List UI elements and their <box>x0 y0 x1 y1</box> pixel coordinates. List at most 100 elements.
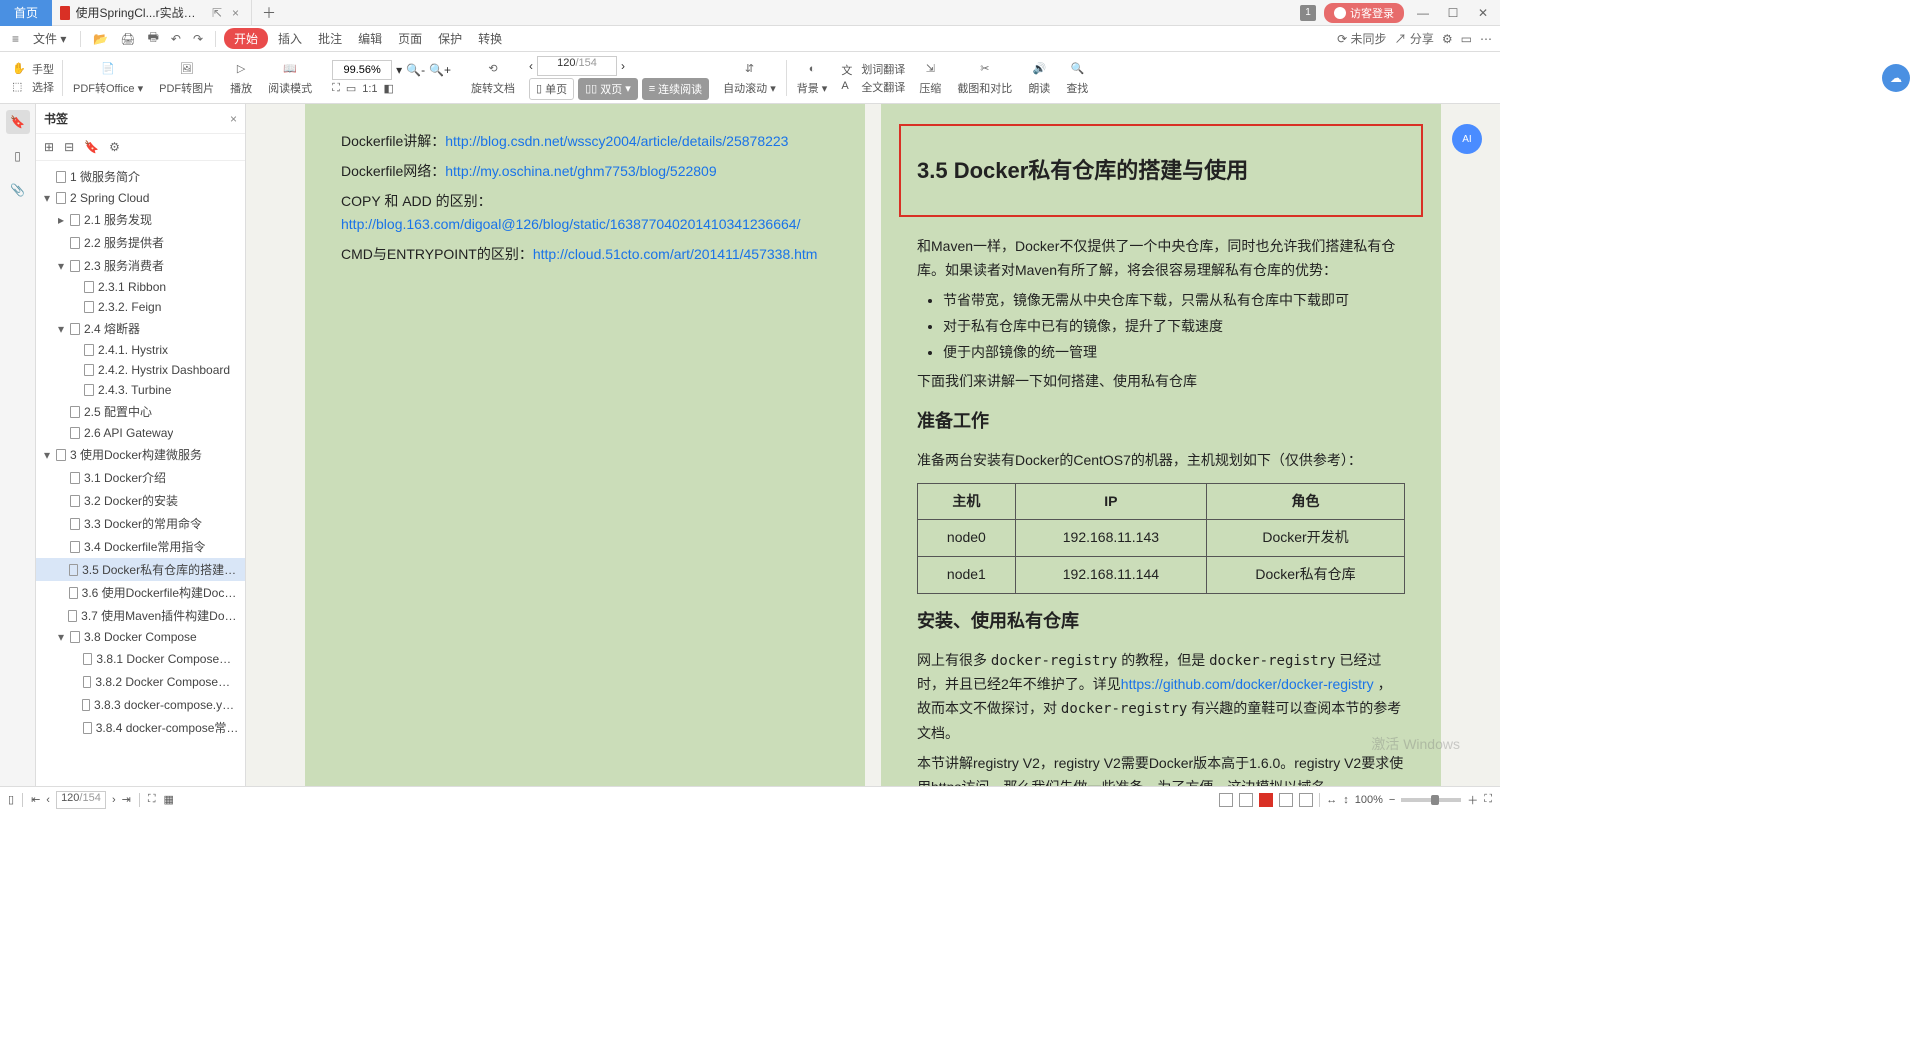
bookmark-item[interactable]: 2.3.2. Feign <box>36 297 245 317</box>
zoom-slider[interactable] <box>1401 798 1461 802</box>
bookmark-item[interactable]: 3.3 Docker的常用命令 <box>36 512 245 535</box>
screenshot-compare[interactable]: ✂截图和对比 <box>951 60 1018 96</box>
bookmark-item[interactable]: 2.4.2. Hystrix Dashboard <box>36 360 245 380</box>
file-menu[interactable]: 文件 ▾ <box>27 30 72 47</box>
menu-page[interactable]: 页面 <box>392 30 428 47</box>
double-page-mode[interactable]: ▯▯ 双页 ▾ <box>578 78 638 100</box>
next-page-icon[interactable]: › <box>621 59 625 73</box>
menu-protect[interactable]: 保护 <box>432 30 468 47</box>
more-icon[interactable]: ⋯ <box>1480 32 1492 46</box>
options-icon[interactable]: ⚙ <box>109 140 120 154</box>
open-icon[interactable]: 📂 <box>89 32 112 46</box>
link[interactable]: https://github.com/docker/docker-registr… <box>1121 676 1374 692</box>
view-mode-5[interactable] <box>1299 793 1313 807</box>
bookmark-item[interactable]: ▾2 Spring Cloud <box>36 188 245 208</box>
print-icon[interactable]: 🖶 <box>144 28 163 49</box>
zoom-in-icon[interactable]: ＋ <box>1467 792 1478 808</box>
bookmark-item[interactable]: ▾3.8 Docker Compose <box>36 627 245 647</box>
minimize-icon[interactable]: — <box>1412 6 1434 20</box>
bookmark-item[interactable]: 2.4.1. Hystrix <box>36 340 245 360</box>
background[interactable]: ◐背景 ▾ <box>791 60 834 96</box>
bookmark-item[interactable]: 3.8.3 docker-compose.yml常用命令 <box>36 693 245 716</box>
bookmark-item[interactable]: 1 微服务简介 <box>36 165 245 188</box>
pdf-to-image[interactable]: 🖼PDF转图片 <box>153 60 220 96</box>
sync-status[interactable]: ⟳ 未同步 <box>1337 30 1386 47</box>
next-page-icon[interactable]: › <box>112 794 116 806</box>
bookmark-item[interactable]: ▸2.1 服务发现 <box>36 208 245 231</box>
login-button[interactable]: 访客登录 <box>1324 3 1404 23</box>
pdf-to-office[interactable]: 📄PDF转Office ▾ <box>67 60 149 96</box>
file-tab[interactable]: 使用SpringCl...r实战微服务.pdf ⇱ × <box>52 0 252 26</box>
close-icon[interactable]: ✕ <box>1472 6 1494 20</box>
menu-annotate[interactable]: 批注 <box>312 30 348 47</box>
prev-page-icon[interactable]: ‹ <box>529 59 533 73</box>
redo-icon[interactable]: ↷ <box>189 32 207 46</box>
fit-page-icon[interactable]: ▭ <box>346 82 356 95</box>
bookmark-item[interactable]: ▾3 使用Docker构建微服务 <box>36 443 245 466</box>
sidebar-toggle-icon[interactable]: ▯ <box>8 793 14 806</box>
view-mode-1[interactable] <box>1219 793 1233 807</box>
collapse-all-icon[interactable]: ⊟ <box>64 140 74 154</box>
maximize-icon[interactable]: ☐ <box>1442 6 1464 20</box>
fit-icon[interactable]: ⛶ <box>148 793 156 806</box>
bookmark-item[interactable]: 3.8.2 Docker Compose入门示例 <box>36 670 245 693</box>
bookmark-item[interactable]: 3.7 使用Maven插件构建Docker镜像 <box>36 604 245 627</box>
tab-close-icon[interactable]: × <box>228 6 243 20</box>
auto-scroll[interactable]: ⇵自动滚动 ▾ <box>717 60 782 96</box>
link[interactable]: http://blog.csdn.net/wsscy2004/article/d… <box>445 133 788 149</box>
undo-icon[interactable]: ↶ <box>167 32 185 46</box>
zoom-dropdown-icon[interactable]: ▾ <box>396 63 402 77</box>
fit-visible-icon[interactable]: ◧ <box>384 82 394 95</box>
bookmark-item[interactable]: 2.3.1 Ribbon <box>36 277 245 297</box>
zoom-in-icon[interactable]: 🔍+ <box>429 63 451 77</box>
link[interactable]: http://my.oschina.net/ghm7753/blog/52280… <box>445 163 716 179</box>
bookmark-item[interactable]: 3.2 Docker的安装 <box>36 489 245 512</box>
bookmark-item[interactable]: ▾2.4 熔断器 <box>36 317 245 340</box>
thumb-icon[interactable]: ▦ <box>164 793 174 806</box>
bookmark-item[interactable]: ▾2.3 服务消费者 <box>36 254 245 277</box>
bookmarks-rail-icon[interactable]: 🔖 <box>6 110 30 134</box>
bookmark-item[interactable]: 2.6 API Gateway <box>36 423 245 443</box>
single-page-mode[interactable]: ▯ 单页 <box>529 78 574 100</box>
continuous-mode[interactable]: ≡ 连续阅读 <box>642 78 709 100</box>
home-tab[interactable]: 首页 <box>0 0 52 26</box>
bookmark-item[interactable]: 2.4.3. Turbine <box>36 380 245 400</box>
play-button[interactable]: ▷播放 <box>224 60 258 96</box>
status-page-input[interactable]: 120/154 <box>56 791 106 809</box>
bookmark-item[interactable]: 3.8.4 docker-compose常用命令 <box>36 716 245 739</box>
cloud-sync-icon[interactable]: ☁ <box>1882 64 1910 92</box>
attachments-rail-icon[interactable]: 📎 <box>6 178 30 202</box>
bookmark-item[interactable]: 3.6 使用Dockerfile构建Docker镜像 <box>36 581 245 604</box>
read-aloud[interactable]: 🔊朗读 <box>1022 60 1056 96</box>
last-page-icon[interactable]: ⇥ <box>122 793 131 806</box>
word-translate[interactable]: 文划词翻译 <box>841 61 905 77</box>
menu-edit[interactable]: 编辑 <box>352 30 388 47</box>
link[interactable]: http://blog.163.com/digoal@126/blog/stat… <box>341 216 800 232</box>
read-mode[interactable]: 📖阅读模式 <box>262 60 318 96</box>
share-button[interactable]: ↗ 分享 <box>1395 30 1434 47</box>
rotate-document[interactable]: ⟲旋转文档 <box>465 60 521 96</box>
view-mode-4[interactable] <box>1279 793 1293 807</box>
view-mode-3[interactable] <box>1259 793 1273 807</box>
page-input[interactable]: 120/154 <box>537 56 617 76</box>
actual-size-icon[interactable]: 1:1 <box>362 83 377 95</box>
zoom-input[interactable] <box>332 60 392 80</box>
bookmark-item[interactable]: 2.5 配置中心 <box>36 400 245 423</box>
link[interactable]: http://cloud.51cto.com/art/201411/457338… <box>533 246 818 262</box>
bookmark-close-icon[interactable]: × <box>230 112 237 126</box>
bookmark-item[interactable]: 3.8.1 Docker Compose的安装 <box>36 647 245 670</box>
fullscreen-icon[interactable]: ⛶ <box>1484 793 1492 806</box>
hamburger-icon[interactable]: ≡ <box>8 32 23 46</box>
notification-badge[interactable]: 1 <box>1300 5 1316 21</box>
bookmark-item[interactable]: 2.2 服务提供者 <box>36 231 245 254</box>
window-icon[interactable]: ▭ <box>1461 32 1472 46</box>
find[interactable]: 🔍查找 <box>1060 60 1094 96</box>
full-translate[interactable]: A全文翻译 <box>841 79 905 95</box>
first-page-icon[interactable]: ⇤ <box>31 793 40 806</box>
thumbnails-rail-icon[interactable]: ▯ <box>6 144 30 168</box>
fit-width-icon[interactable]: ↔ <box>1326 794 1337 806</box>
tab-unpin-icon[interactable]: ⇱ <box>212 6 222 20</box>
settings-icon[interactable]: ⚙ <box>1442 32 1453 46</box>
select-tool[interactable]: ⬚选择 <box>12 79 54 95</box>
new-tab-button[interactable]: ＋ <box>252 3 286 23</box>
